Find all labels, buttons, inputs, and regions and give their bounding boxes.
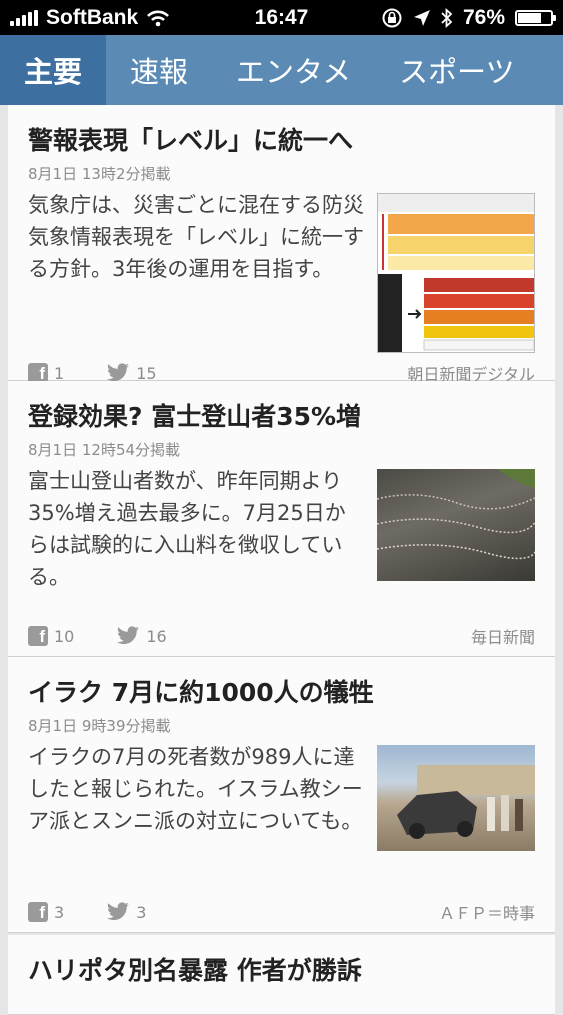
twitter-icon[interactable] [116,626,140,646]
article-date: 8月1日 13時2分掲載 [28,165,171,183]
rotation-lock-icon [382,8,402,27]
status-left: SoftBank [10,6,170,30]
article-card[interactable]: ハリポタ別名暴露 作者が勝訴 [8,935,555,1015]
category-tabs: 主要 速報 エンタメ スポーツ [0,35,563,105]
facebook-icon[interactable]: f [28,626,48,646]
location-icon [413,9,430,26]
wifi-icon [147,10,170,26]
tab-breaking[interactable]: 速報 [106,35,212,105]
bluetooth-icon [441,7,453,28]
warning-level-chart-image [377,194,534,352]
article-source: 毎日新聞 [470,628,535,647]
facebook-count: 10 [54,626,75,646]
signal-strength-icon [10,9,38,26]
status-bar: SoftBank 16:47 76% [0,0,563,35]
status-right: 76% [381,5,556,30]
article-card[interactable]: 登録効果? 富士登山者35%増 8月1日 12時54分掲載 富士山登山者数が、昨… [8,381,555,657]
article-title[interactable]: イラク 7月に約1000人の犠牲 [8,657,555,705]
article-thumbnail[interactable] [376,193,535,353]
tab-entertainment[interactable]: エンタメ [212,35,375,105]
article-thumbnail[interactable] [376,469,535,581]
mountain-climbers-photo [376,469,535,560]
article-thumbnail[interactable] [376,745,535,851]
battery-icon [515,9,556,26]
facebook-count: 3 [54,902,65,922]
facebook-count: 1 [54,363,65,383]
share-counts: f 1 15 [28,363,157,383]
share-counts: f 3 3 [28,902,146,922]
carrier-name: SoftBank [46,5,139,29]
article-title[interactable]: 登録効果? 富士登山者35%増 [8,381,555,429]
article-card[interactable]: イラク 7月に約1000人の犠牲 8月1日 9時39分掲載 イラクの7月の死者数… [8,657,555,933]
article-title[interactable]: ハリポタ別名暴露 作者が勝訴 [8,935,555,983]
article-source: ＡＦＰ＝時事 [438,904,535,923]
article-date: 8月1日 9時39分掲載 [28,717,171,735]
twitter-icon[interactable] [106,902,130,922]
twitter-count: 3 [136,902,147,922]
article-date: 8月1日 12時54分掲載 [28,441,181,459]
twitter-count: 16 [146,626,167,646]
wrecked-car-photo [396,765,535,839]
tab-sports[interactable]: スポーツ [375,35,538,105]
twitter-count: 15 [136,363,157,383]
facebook-icon[interactable]: f [28,902,48,922]
article-card[interactable]: 警報表現「レベル」に統一へ 8月1日 13時2分掲載 気象庁は、災害ごとに混在す… [8,105,555,384]
article-summary: 富士山登山者数が、昨年同期より35%増え過去最多に。7月25日からは試験的に入山… [28,469,346,589]
tab-main[interactable]: 主要 [0,35,107,105]
article-list: 警報表現「レベル」に統一へ 8月1日 13時2分掲載 気象庁は、災害ごとに混在す… [0,105,563,1015]
article-title[interactable]: 警報表現「レベル」に統一へ [8,105,555,153]
facebook-icon[interactable]: f [28,363,48,383]
twitter-icon[interactable] [106,363,130,383]
battery-percent: 76% [462,5,505,29]
article-summary: 気象庁は、災害ごとに混在する防災気象情報表現を「レベル」に統一する方針。3年後の… [28,193,364,281]
article-summary: イラクの7月の死者数が989人に達したと報じられた。イスラム教シーア派とスンニ派… [28,745,363,833]
share-counts: f 10 16 [28,626,167,646]
